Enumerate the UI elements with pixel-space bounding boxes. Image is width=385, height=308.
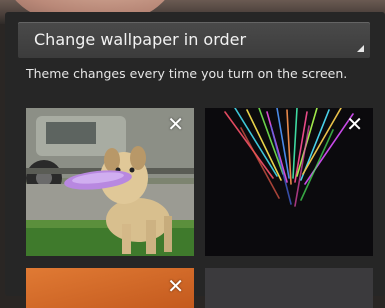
wallpaper-thumbnail-3[interactable]: ✕ [26,268,194,308]
remove-wallpaper-1-close-icon[interactable]: ✕ [167,114,184,134]
remove-wallpaper-2-close-icon[interactable]: ✕ [346,114,363,134]
wallpaper-thumbnail-4[interactable] [205,268,373,308]
wallpaper-order-dropdown[interactable]: Change wallpaper in order [18,22,370,58]
theme-description: Theme changes every time you turn on the… [26,66,348,81]
remove-wallpaper-3-close-icon[interactable]: ✕ [167,276,184,296]
dropdown-corner-icon [357,45,364,52]
wallpaper-thumbnail-1[interactable]: ✕ [26,108,194,256]
gray-wallpaper-image [205,268,373,308]
wallpaper-thumbnail-2[interactable]: ✕ [205,108,373,256]
wallpaper-order-label: Change wallpaper in order [34,30,247,49]
